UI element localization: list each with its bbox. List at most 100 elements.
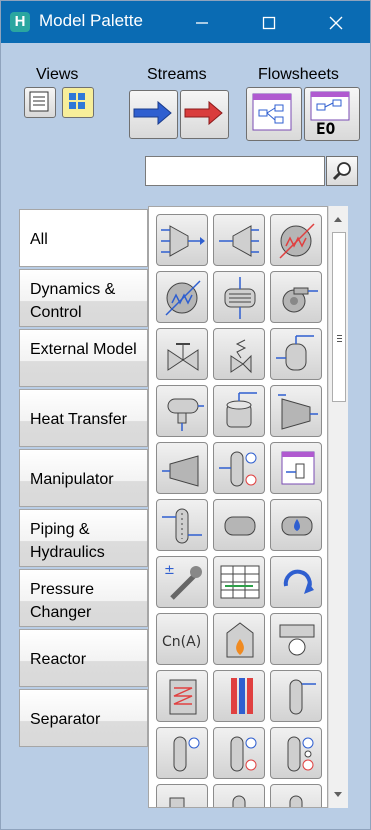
category-heat-transfer[interactable]: Heat Transfer xyxy=(19,389,148,447)
app-icon: H xyxy=(10,12,30,32)
pump-tile[interactable] xyxy=(270,271,322,323)
close-icon xyxy=(329,16,343,30)
sub-flowsheet-button[interactable] xyxy=(246,87,302,141)
heater-tile[interactable] xyxy=(270,214,322,266)
fired-heater-tile[interactable] xyxy=(213,613,265,665)
energy-stream-button[interactable] xyxy=(180,90,229,139)
air-cooler-icon xyxy=(279,624,315,656)
list-view-icon xyxy=(29,91,49,112)
splitter-icon xyxy=(219,225,259,257)
reboiled-absorber-tile[interactable] xyxy=(270,670,322,722)
column-tile[interactable] xyxy=(213,442,265,494)
category-separator[interactable]: Separator xyxy=(19,689,148,747)
lng-exchanger-tile[interactable] xyxy=(156,670,208,722)
search-input[interactable] xyxy=(145,156,325,186)
component-splitter-icon: Cn(A) xyxy=(162,634,201,650)
valve-icon xyxy=(167,343,199,371)
category-dynamics-control[interactable]: Dynamics & Control xyxy=(19,269,148,327)
icon-view-button[interactable] xyxy=(62,87,94,118)
distillation-column-tile[interactable] xyxy=(213,727,265,779)
category-external-model[interactable]: External Model xyxy=(19,329,148,387)
list-view-button[interactable] xyxy=(24,87,56,118)
distillation-column-icon xyxy=(230,736,257,772)
sub-flowsheet-tile[interactable] xyxy=(270,442,322,494)
flowsheet-icon xyxy=(252,93,292,131)
material-stream-button[interactable] xyxy=(129,90,178,139)
reboiled-absorber-icon xyxy=(289,679,316,715)
compressor-tile[interactable] xyxy=(270,385,322,437)
sub-flowsheet-icon xyxy=(281,451,315,485)
close-button[interactable] xyxy=(313,1,359,43)
cooler-tile[interactable] xyxy=(156,271,208,323)
category-pressure-changer[interactable]: Pressure Changer xyxy=(19,569,148,627)
scrollbar-thumb[interactable] xyxy=(332,232,346,402)
cooler-icon xyxy=(165,280,201,316)
views-label: Views xyxy=(36,66,79,83)
drop-pipe-tile[interactable] xyxy=(270,499,322,551)
partial-tile-1[interactable] xyxy=(156,784,208,807)
title-bar[interactable]: H Model Palette xyxy=(1,1,370,43)
search-button[interactable] xyxy=(326,156,358,186)
red-stream-arrow-icon xyxy=(184,100,223,126)
blue-stream-arrow-icon xyxy=(133,100,172,126)
eo-flowsheet-icon: EO xyxy=(310,91,350,138)
partial-tile-3[interactable] xyxy=(270,784,322,807)
packed-column-tile[interactable] xyxy=(156,499,208,551)
valve-tile[interactable] xyxy=(156,328,208,380)
icon-view-icon xyxy=(69,93,85,109)
heat-exchanger-tile[interactable] xyxy=(213,271,265,323)
vessel-tile[interactable] xyxy=(270,328,322,380)
recycle-tile[interactable] xyxy=(270,556,322,608)
flowsheets-label: Flowsheets xyxy=(258,66,339,83)
refluxed-absorber-tile[interactable] xyxy=(156,727,208,779)
three-phase-column-icon xyxy=(287,736,314,772)
minimize-button[interactable] xyxy=(179,1,225,43)
plate-exchanger-tile[interactable] xyxy=(213,670,265,722)
partial-tile-2-icon xyxy=(232,795,246,807)
category-all[interactable]: All xyxy=(19,209,148,267)
column-icon xyxy=(219,451,257,487)
partial-tile-3-icon xyxy=(289,795,303,807)
vessel-icon xyxy=(276,335,314,371)
window-title: Model Palette xyxy=(39,11,143,30)
air-cooler-tile[interactable] xyxy=(270,613,322,665)
expander-tile[interactable] xyxy=(156,442,208,494)
tank-tile[interactable] xyxy=(213,385,265,437)
splitter-tile[interactable] xyxy=(213,214,265,266)
horizontal-vessel-icon xyxy=(167,398,204,431)
fired-heater-icon xyxy=(226,622,254,658)
drop-pipe-icon xyxy=(281,516,313,536)
adjust-icon: ± xyxy=(164,563,202,600)
component-splitter-tile[interactable]: Cn(A) xyxy=(156,613,208,665)
pipe-segment-tile[interactable] xyxy=(213,499,265,551)
refluxed-absorber-icon xyxy=(173,736,200,772)
search-icon xyxy=(332,162,351,181)
category-reactor[interactable]: Reactor xyxy=(19,629,148,687)
tank-icon xyxy=(226,392,257,428)
partial-tile-2[interactable] xyxy=(213,784,265,807)
plate-exchanger-icon xyxy=(231,678,253,714)
scroll-down-arrow-icon[interactable] xyxy=(329,784,347,804)
category-piping-hydraulics[interactable]: Piping & Hydraulics xyxy=(19,509,148,567)
relief-valve-tile[interactable] xyxy=(213,328,265,380)
eo-label: EO xyxy=(316,119,335,138)
category-manipulator[interactable]: Manipulator xyxy=(19,449,148,507)
model-palette-window: H Model Palette Views Streams Flowsheets xyxy=(0,0,371,830)
maximize-button[interactable] xyxy=(246,1,292,43)
adjust-tile[interactable]: ± xyxy=(156,556,208,608)
minimize-icon xyxy=(196,22,208,24)
horizontal-vessel-tile[interactable] xyxy=(156,385,208,437)
scroll-up-arrow-icon[interactable] xyxy=(329,210,347,230)
vertical-scrollbar[interactable] xyxy=(328,206,348,808)
maximize-icon xyxy=(262,17,276,30)
spreadsheet-tile[interactable] xyxy=(213,556,265,608)
svg-text:±: ± xyxy=(164,563,175,578)
packed-column-icon xyxy=(162,508,202,544)
mixer-tile[interactable] xyxy=(156,214,208,266)
eo-flowsheet-button[interactable]: EO xyxy=(304,87,360,141)
three-phase-column-tile[interactable] xyxy=(270,727,322,779)
relief-valve-icon xyxy=(230,339,252,374)
pump-icon xyxy=(282,287,318,313)
streams-label: Streams xyxy=(147,66,207,83)
mixer-icon xyxy=(161,225,205,257)
